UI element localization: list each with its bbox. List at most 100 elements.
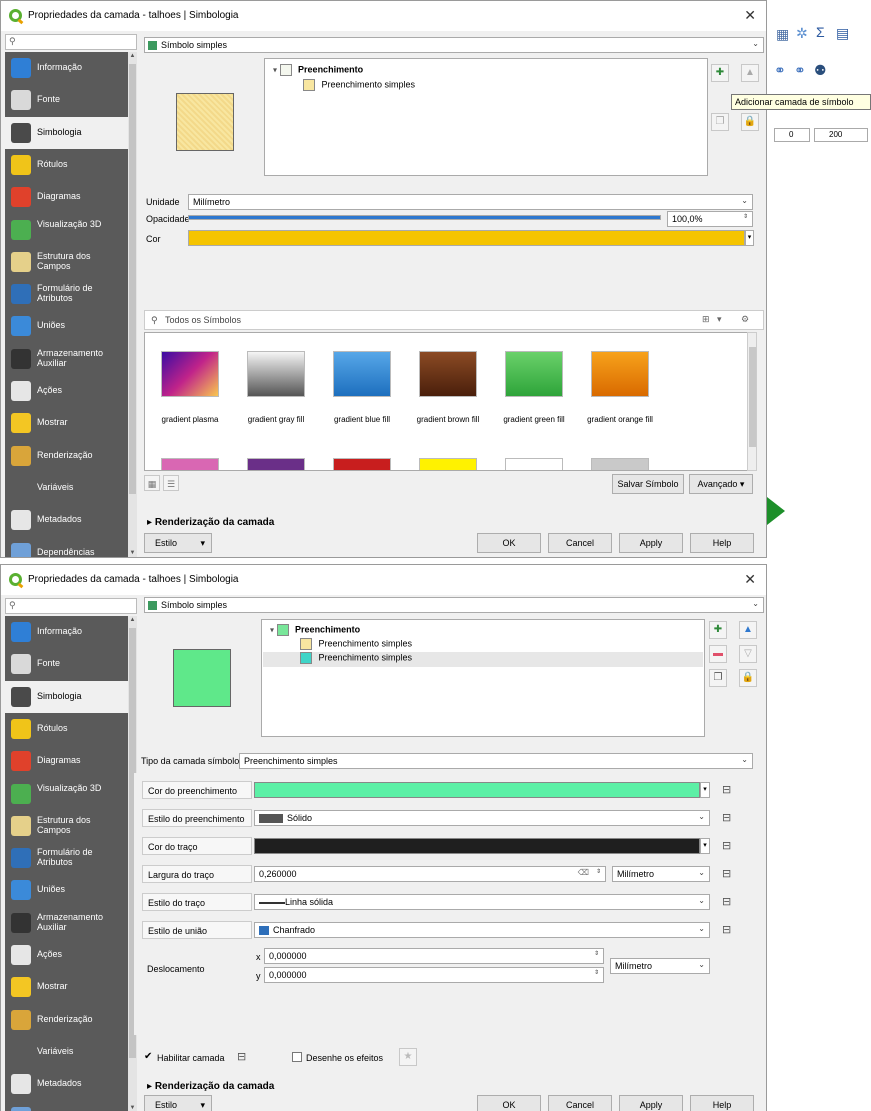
fill-style-combo[interactable]: Sólido ⌄ <box>254 810 710 826</box>
symbol-thumb[interactable] <box>333 458 391 470</box>
save-symbol-button[interactable]: Salvar Símbolo <box>612 474 684 494</box>
sidebar-item-symbology[interactable]: Simbologia <box>5 680 128 713</box>
layout-icon[interactable]: ▤ <box>836 25 849 42</box>
symbol-search-input[interactable]: ⚲ Todos os Símbolos ⊞ ▾ ⚙ <box>144 310 764 330</box>
spin-arrows-icon[interactable]: ⇕ <box>594 950 599 957</box>
data-defined-override-icon[interactable]: ⊟ <box>722 867 738 881</box>
dropdown-icon[interactable]: ▾ <box>717 314 722 325</box>
spin-input-2[interactable]: 200 <box>814 128 868 142</box>
offset-unit-combo[interactable]: Milímetro ⌄ <box>610 958 710 974</box>
sidebar-item-3d[interactable]: Visualização 3D <box>5 778 128 810</box>
sidebar-search-input[interactable]: ⚲ <box>5 598 137 614</box>
symbol-thumb[interactable] <box>247 458 305 470</box>
sidebar-item-form[interactable]: Formulário de Atributos <box>5 278 128 310</box>
sidebar-item-storage[interactable]: Armazenamento Auxiliar <box>5 907 128 939</box>
collapse-icon[interactable]: ▾ <box>270 625 274 634</box>
zoom-out-icon[interactable]: ⚭ <box>794 62 806 79</box>
offset-x-spinbox[interactable]: 0,000000 ⇕ <box>264 948 604 964</box>
move-up-button[interactable]: ▲ <box>739 621 757 639</box>
sidebar-item-symbology[interactable]: Simbologia <box>5 116 128 149</box>
sidebar-scrollbar[interactable]: ▲ ▼ <box>128 52 137 557</box>
offset-y-spinbox[interactable]: 0,000000 ⇕ <box>264 967 604 983</box>
tree-row-root[interactable]: ▾ Preenchimento <box>270 624 360 636</box>
color-button[interactable] <box>188 230 745 246</box>
sidebar-item-info[interactable]: Informação <box>5 616 128 648</box>
help-button[interactable]: Help <box>690 1095 754 1111</box>
sidebar-item-actions[interactable]: Ações <box>5 939 128 971</box>
tree-row-root[interactable]: ▾ Preenchimento <box>273 64 363 76</box>
sidebar-item-diagrams[interactable]: Diagramas <box>5 745 128 777</box>
sidebar-item-source[interactable]: Fonte <box>5 648 128 680</box>
scroll-up-icon[interactable]: ▲ <box>129 53 136 59</box>
sidebar-item-rendering[interactable]: Renderização <box>5 1004 128 1036</box>
data-defined-override-icon[interactable]: ⊟ <box>237 1050 253 1064</box>
sidebar-item-dependencies[interactable]: Dependências <box>5 1101 128 1111</box>
help-button[interactable]: Help <box>690 533 754 553</box>
settings-icon[interactable]: ⚙ <box>741 314 749 325</box>
data-defined-override-icon[interactable]: ⊟ <box>722 783 738 797</box>
sidebar-item-rendering[interactable]: Renderização <box>5 440 128 472</box>
tag-icon[interactable]: ⊞ <box>702 314 710 325</box>
spin-arrows-icon[interactable]: ⇕ <box>594 969 599 976</box>
fill-color-dropdown[interactable]: ▾ <box>700 782 710 798</box>
symbol-thumb[interactable] <box>591 458 649 470</box>
apply-button[interactable]: Apply <box>619 533 683 553</box>
stroke-color-button[interactable] <box>254 838 700 854</box>
symbol-thumb[interactable] <box>333 351 391 397</box>
tree-row-child[interactable]: Preenchimento simples <box>303 79 415 91</box>
duplicate-button[interactable]: ❐ <box>709 669 727 687</box>
close-icon[interactable]: ✕ <box>744 571 756 588</box>
enable-layer-checkbox[interactable]: ✔ <box>144 1052 154 1062</box>
symbol-thumb[interactable] <box>247 351 305 397</box>
stroke-color-dropdown[interactable]: ▾ <box>700 838 710 854</box>
sidebar-item-display[interactable]: Mostrar <box>5 971 128 1003</box>
spin-input-1[interactable]: 0 <box>774 128 810 142</box>
sidebar-item-variables[interactable]: Variáveis <box>5 1036 128 1068</box>
symbol-thumb[interactable] <box>161 458 219 470</box>
sidebar-item-actions[interactable]: Ações <box>5 375 128 407</box>
sidebar-item-display[interactable]: Mostrar <box>5 407 128 439</box>
scroll-up-icon[interactable]: ▲ <box>129 617 136 623</box>
sidebar-item-labels[interactable]: Rótulos <box>5 149 128 181</box>
advanced-button[interactable]: Avançado ▾ <box>689 474 753 494</box>
symbol-thumb[interactable] <box>419 458 477 470</box>
move-down-button[interactable]: ▽ <box>739 645 757 663</box>
sidebar-item-dependencies[interactable]: Dependências <box>5 537 128 557</box>
stroke-width-spinbox[interactable]: 0,260000 ⌫ ⇕ <box>254 866 606 882</box>
opacity-slider[interactable] <box>188 215 661 220</box>
symbol-type-combo[interactable]: Símbolo simples ⌄ <box>144 37 764 53</box>
stroke-width-unit-combo[interactable]: Milímetro ⌄ <box>612 866 710 882</box>
ok-button[interactable]: OK <box>477 533 541 553</box>
rendering-section-header[interactable]: ▸ Renderização da camada <box>147 517 274 528</box>
icon-view-button[interactable]: ▦ <box>144 475 160 491</box>
symbol-type-combo[interactable]: Símbolo simples ⌄ <box>144 597 764 613</box>
sidebar-item-variables[interactable]: Variáveis <box>5 472 128 504</box>
collapse-icon[interactable]: ▾ <box>273 65 277 74</box>
add-symbol-layer-button[interactable]: ✚ <box>711 64 729 82</box>
sidebar-item-labels[interactable]: Rótulos <box>5 713 128 745</box>
list-view-button[interactable]: ☰ <box>163 475 179 491</box>
sidebar-item-info[interactable]: Informação <box>5 52 128 84</box>
style-button[interactable]: Estilo ▾ <box>144 1095 212 1111</box>
table-icon[interactable]: ▦ <box>776 26 789 43</box>
sigma-icon[interactable]: Σ <box>816 24 825 40</box>
cancel-button[interactable]: Cancel <box>548 1095 612 1111</box>
sidebar-item-fields[interactable]: Estrutura dos Campos <box>5 810 128 842</box>
ok-button[interactable]: OK <box>477 1095 541 1111</box>
zoom-in-icon[interactable]: ⚭ <box>774 62 786 79</box>
scroll-down-icon[interactable]: ▼ <box>129 550 136 556</box>
cancel-button[interactable]: Cancel <box>548 533 612 553</box>
fill-color-button[interactable] <box>254 782 700 798</box>
scrollbar-thumb[interactable] <box>749 347 756 447</box>
clear-icon[interactable]: ⌫ <box>578 868 589 877</box>
duplicate-button[interactable]: ❐ <box>711 113 729 131</box>
sidebar-item-3d[interactable]: Visualização 3D <box>5 214 128 246</box>
style-button[interactable]: Estilo ▾ <box>144 533 212 553</box>
add-symbol-layer-button[interactable]: ✚ <box>709 621 727 639</box>
sidebar-item-form[interactable]: Formulário de Atributos <box>5 842 128 874</box>
lock-button[interactable]: 🔒 <box>739 669 757 687</box>
symbol-thumb[interactable] <box>505 351 563 397</box>
zoom-layer-icon[interactable]: ⚉ <box>814 62 827 79</box>
apply-button[interactable]: Apply <box>619 1095 683 1111</box>
sidebar-item-joins[interactable]: Uniões <box>5 310 128 342</box>
